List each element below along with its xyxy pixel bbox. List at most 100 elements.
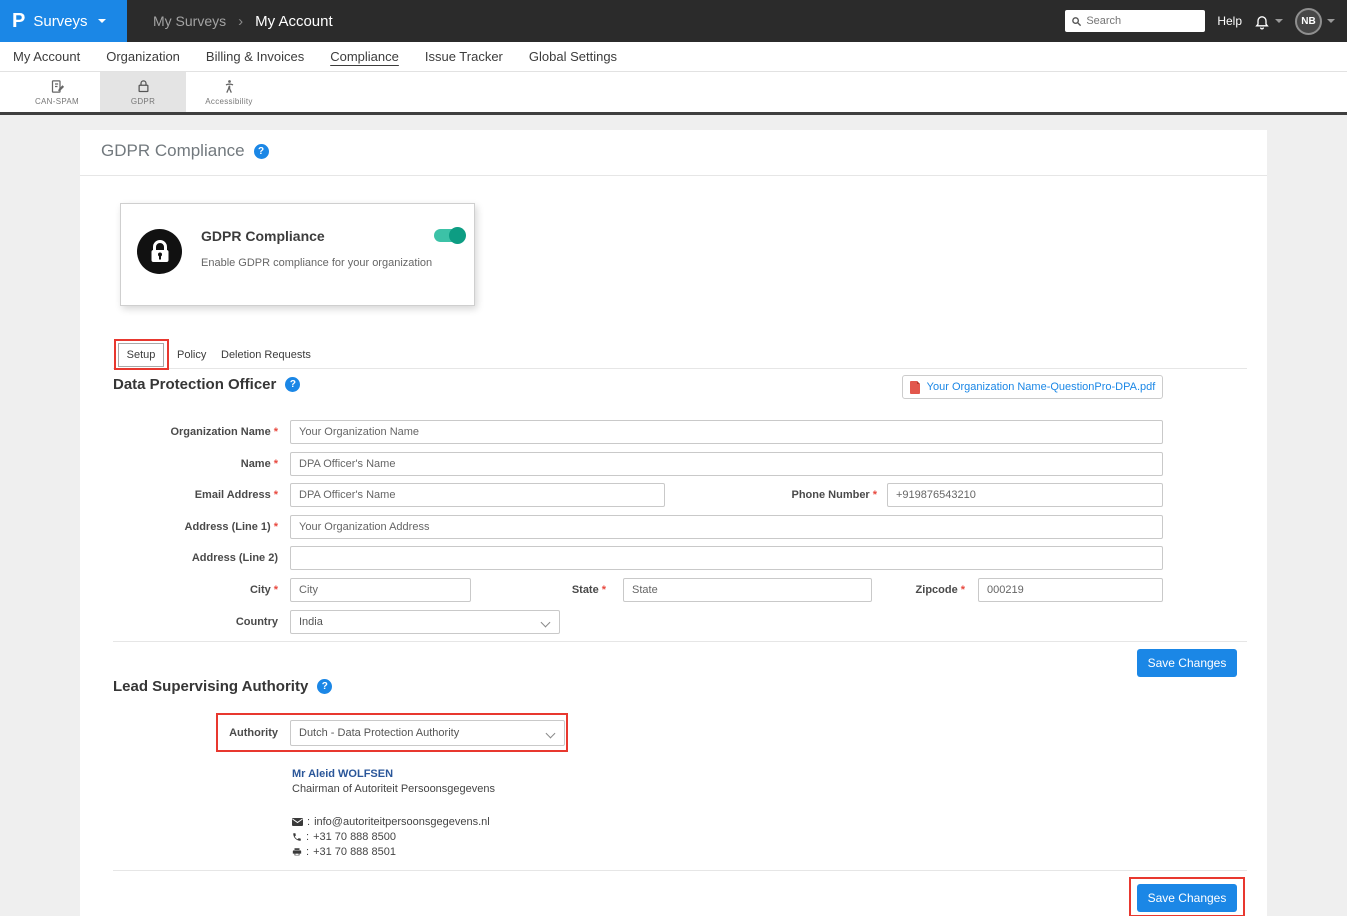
zipcode-label: Zipcode* <box>916 584 965 596</box>
phone-number-label: Phone Number* <box>791 489 877 501</box>
accessibility-icon <box>222 79 237 94</box>
address-line1-label: Address (Line 1)* <box>185 521 278 533</box>
lsa-save-changes-button[interactable]: Save Changes <box>1137 884 1237 912</box>
product-switcher[interactable]: P Surveys <box>0 0 127 42</box>
lsa-heading: Lead Supervising Authority <box>113 678 308 695</box>
name-label: Name* <box>241 458 278 470</box>
authority-select-value: Dutch - Data Protection Authority <box>299 727 459 739</box>
phone-icon <box>292 832 302 842</box>
toggle-knob <box>449 227 466 244</box>
name-input[interactable] <box>290 452 1163 476</box>
divider <box>80 175 1267 176</box>
can-spam-document-icon <box>50 79 65 94</box>
feature-card-description: Enable GDPR compliance for your organiza… <box>201 257 432 269</box>
breadcrumb-my-surveys[interactable]: My Surveys <box>153 13 226 29</box>
lsa-section-heading: Lead Supervising Authority ? <box>113 678 332 695</box>
help-icon[interactable]: ? <box>317 679 332 694</box>
authority-phone-line: : +31 70 888 8500 <box>292 831 396 843</box>
authority-select[interactable]: Dutch - Data Protection Authority <box>290 720 565 746</box>
authority-label: Authority <box>229 727 278 739</box>
country-select-value: India <box>299 616 323 628</box>
help-icon[interactable]: ? <box>254 144 269 159</box>
pdf-file-icon <box>910 381 921 394</box>
notifications-button[interactable] <box>1254 13 1283 30</box>
tab-deletion-requests[interactable]: Deletion Requests <box>221 349 311 361</box>
chevron-down-icon <box>98 19 106 23</box>
questionpro-logo-icon: P <box>12 10 25 33</box>
nav-tab-my-account[interactable]: My Account <box>13 49 80 64</box>
search-icon <box>1071 16 1082 27</box>
city-input[interactable] <box>290 578 471 602</box>
lock-badge-icon <box>137 229 182 274</box>
gdpr-lock-icon <box>136 79 151 94</box>
page-title-row: GDPR Compliance ? <box>101 141 269 161</box>
account-menu[interactable]: NB <box>1295 8 1335 35</box>
subnav-label: CAN-SPAM <box>35 97 79 106</box>
authority-email: info@autoriteitpersoonsgegevens.nl <box>314 816 490 828</box>
nav-tab-global-settings[interactable]: Global Settings <box>529 49 617 64</box>
authority-fax-line: : +31 70 888 8501 <box>292 846 396 858</box>
address-line1-input[interactable] <box>290 515 1163 539</box>
dpo-heading: Data Protection Officer <box>113 376 276 393</box>
avatar[interactable]: NB <box>1295 8 1322 35</box>
breadcrumb: My Surveys › My Account <box>153 13 333 30</box>
dpa-pdf-label: Your Organization Name-QuestionPro-DPA.p… <box>927 381 1156 393</box>
tab-policy[interactable]: Policy <box>177 349 206 361</box>
fax-icon <box>292 847 302 857</box>
chevron-down-icon <box>1327 19 1335 23</box>
chevron-down-icon <box>1275 19 1283 23</box>
dpa-pdf-button[interactable]: Your Organization Name-QuestionPro-DPA.p… <box>902 375 1163 399</box>
feature-card-title: GDPR Compliance <box>201 228 325 244</box>
authority-contact-role: Chairman of Autoriteit Persoonsgegevens <box>292 783 495 795</box>
product-label: Surveys <box>33 13 87 30</box>
dpo-section-heading: Data Protection Officer ? <box>113 376 300 393</box>
chevron-down-icon <box>546 729 556 739</box>
breadcrumb-separator: › <box>238 13 243 30</box>
email-address-label: Email Address* <box>195 489 278 501</box>
help-icon[interactable]: ? <box>285 377 300 392</box>
topbar: P Surveys My Surveys › My Account Help N… <box>0 0 1347 42</box>
subnav-tab-gdpr[interactable]: GDPR <box>100 72 186 112</box>
phone-number-input[interactable] <box>887 483 1163 507</box>
zipcode-input[interactable] <box>978 578 1163 602</box>
authority-email-line: : info@autoriteitpersoonsgegevens.nl <box>292 816 490 828</box>
state-label: State* <box>572 584 606 596</box>
nav-tab-billing-invoices[interactable]: Billing & Invoices <box>206 49 304 64</box>
compliance-subnav: CAN-SPAM GDPR Accessibility <box>0 72 1347 115</box>
account-nav: My Account Organization Billing & Invoic… <box>0 42 1347 72</box>
tab-setup[interactable]: Setup <box>118 343 164 367</box>
gdpr-enable-toggle[interactable] <box>434 229 464 242</box>
email-address-input[interactable] <box>290 483 665 507</box>
topbar-right: Help NB <box>1065 8 1347 35</box>
country-select[interactable]: India <box>290 610 560 634</box>
bell-icon <box>1254 13 1270 30</box>
authority-fax: +31 70 888 8501 <box>313 846 396 858</box>
subnav-tab-can-spam[interactable]: CAN-SPAM <box>14 72 100 112</box>
help-link[interactable]: Help <box>1217 14 1242 28</box>
authority-phone: +31 70 888 8500 <box>313 831 396 843</box>
organization-name-input[interactable] <box>290 420 1163 444</box>
subnav-label: Accessibility <box>205 97 252 106</box>
gdpr-compliance-panel: GDPR Compliance ? GDPR Compliance Enable… <box>80 130 1267 916</box>
nav-tab-issue-tracker[interactable]: Issue Tracker <box>425 49 503 64</box>
state-input[interactable] <box>623 578 872 602</box>
breadcrumb-my-account: My Account <box>255 13 333 30</box>
divider <box>113 870 1247 871</box>
dpo-save-changes-button[interactable]: Save Changes <box>1137 649 1237 677</box>
divider <box>113 368 1247 369</box>
address-line2-label: Address (Line 2) <box>192 552 278 564</box>
page-title: GDPR Compliance <box>101 141 245 161</box>
questionpro-account-screen: P Surveys My Surveys › My Account Help N… <box>0 0 1347 916</box>
search-box[interactable] <box>1065 10 1205 32</box>
nav-tab-compliance[interactable]: Compliance <box>330 49 399 64</box>
nav-tab-organization[interactable]: Organization <box>106 49 180 64</box>
organization-name-label: Organization Name* <box>170 426 278 438</box>
subnav-tab-accessibility[interactable]: Accessibility <box>186 72 272 112</box>
divider <box>113 641 1247 642</box>
address-line2-input[interactable] <box>290 546 1163 570</box>
authority-contact-name: Mr Aleid WOLFSEN <box>292 768 393 780</box>
subnav-label: GDPR <box>131 97 155 106</box>
search-input[interactable] <box>1086 15 1199 27</box>
country-label: Country <box>236 616 278 628</box>
envelope-icon <box>292 818 303 826</box>
